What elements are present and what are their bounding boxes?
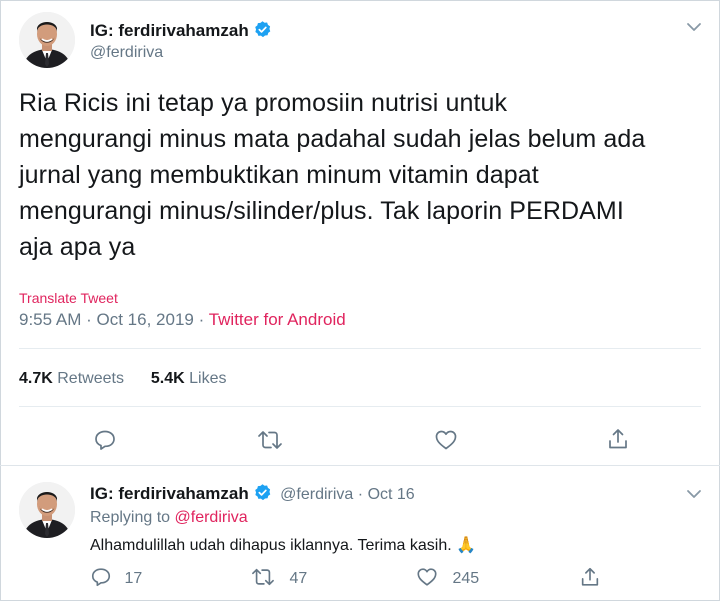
retweets-stat[interactable]: 4.7K Retweets xyxy=(19,370,124,387)
reply-author-avatar[interactable] xyxy=(19,482,75,538)
tweet-text-line: mengurangi minus mata padahal sudah jela… xyxy=(19,125,646,153)
verified-badge-icon xyxy=(253,20,272,44)
divider xyxy=(19,406,701,407)
retweets-count: 4.7K xyxy=(19,370,53,387)
reply-author-display-name[interactable]: IG: ferdirivahamzah xyxy=(90,484,249,503)
meta-separator: · xyxy=(198,310,205,329)
folded-hands-emoji: 🙏 xyxy=(456,537,477,554)
replying-to-prefix: Replying to xyxy=(90,509,171,526)
tweet-text-line: aja apa ya xyxy=(19,233,136,261)
retweet-action[interactable]: 47 xyxy=(251,566,307,593)
author-avatar[interactable] xyxy=(19,12,75,68)
tweet-date[interactable]: Oct 16, 2019 xyxy=(97,310,194,329)
author-name-row[interactable]: IG: ferdirivahamzah xyxy=(90,20,272,44)
meta-separator: · xyxy=(86,310,92,329)
likes-stat[interactable]: 5.4K Likes xyxy=(151,370,227,387)
tweet-stats: 4.7K Retweets 5.4K Likes xyxy=(19,370,226,388)
verified-badge-icon xyxy=(253,483,272,507)
tweet-timestamp-row: 9:55 AM · Oct 16, 2019 · Twitter for And… xyxy=(19,310,346,330)
tweet-source-link[interactable]: Twitter for Android xyxy=(209,310,346,329)
tweet-time[interactable]: 9:55 AM xyxy=(19,310,81,329)
reply-text: Alhamdulillah udah dihapus iklannya. Ter… xyxy=(90,537,452,554)
tweet-text-line: Ria Ricis ini tetap ya promosiin nutrisi… xyxy=(19,89,508,117)
replying-to-link[interactable]: @ferdiriva xyxy=(175,509,248,526)
share-icon[interactable] xyxy=(579,566,601,593)
replying-to-row: Replying to @ferdiriva xyxy=(90,509,248,527)
retweet-icon[interactable] xyxy=(257,428,283,452)
likes-label: Likes xyxy=(189,370,227,387)
like-heart-icon xyxy=(416,566,438,593)
reply-icon[interactable] xyxy=(93,428,117,452)
like-action[interactable]: 245 xyxy=(416,566,479,593)
reply-action[interactable]: 17 xyxy=(90,566,142,593)
reply-count: 17 xyxy=(124,570,143,587)
translate-tweet-link[interactable]: Translate Tweet xyxy=(19,290,118,306)
reply-text-row: Alhamdulillah udah dihapus iklannya. Ter… xyxy=(90,535,476,555)
share-icon[interactable] xyxy=(606,427,630,451)
author-handle[interactable]: @ferdiriva xyxy=(90,44,163,62)
reply-author-handle[interactable]: @ferdiriva xyxy=(280,486,353,503)
retweets-label: Retweets xyxy=(57,370,124,387)
meta-separator: · xyxy=(357,486,364,503)
divider xyxy=(19,348,701,349)
reply-header: IG: ferdirivahamzah @ferdiriva · Oct 16 xyxy=(90,483,415,507)
reply-icon xyxy=(90,566,112,593)
section-divider xyxy=(0,465,720,466)
author-display-name[interactable]: IG: ferdirivahamzah xyxy=(90,21,249,40)
tweet-text-line: jurnal yang membuktikan minum vitamin da… xyxy=(19,161,539,189)
chevron-down-icon[interactable] xyxy=(686,487,702,505)
like-count: 245 xyxy=(452,570,480,587)
retweet-icon xyxy=(251,566,275,593)
like-heart-icon[interactable] xyxy=(434,428,458,452)
tweet-text-line: mengurangi minus/silinder/plus. Tak lapo… xyxy=(19,197,624,225)
reply-date[interactable]: Oct 16 xyxy=(368,486,415,503)
likes-count: 5.4K xyxy=(150,370,185,387)
chevron-down-icon[interactable] xyxy=(686,20,702,38)
retweet-count: 47 xyxy=(289,570,308,587)
tweet-text: Ria Ricis ini tetap ya promosiin nutrisi… xyxy=(19,85,709,265)
